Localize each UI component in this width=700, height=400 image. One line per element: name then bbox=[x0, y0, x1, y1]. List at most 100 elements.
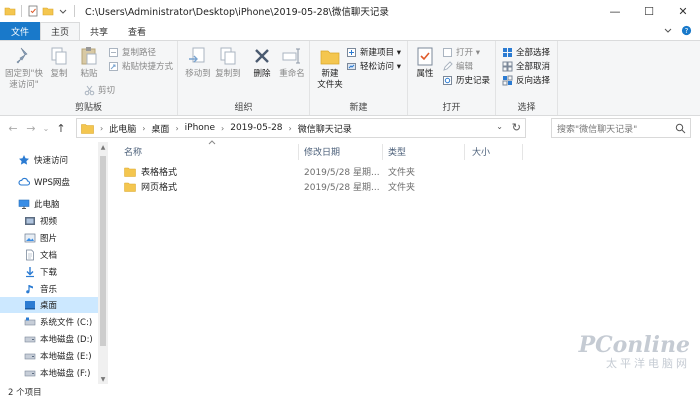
copy-to-button[interactable]: 复制到 bbox=[214, 45, 242, 80]
refresh-icon[interactable]: ↻ bbox=[512, 121, 521, 134]
table-row[interactable]: 网页格式 2019/5/28 星期... 文件夹 bbox=[124, 179, 544, 194]
customize-qa-chevron-icon[interactable] bbox=[57, 5, 69, 17]
breadcrumb-root-chevron[interactable]: › bbox=[98, 124, 109, 133]
breadcrumb-iphone[interactable]: iPhone › bbox=[185, 123, 231, 133]
minimize-button[interactable]: — bbox=[598, 0, 632, 22]
properties-quick-icon[interactable] bbox=[27, 5, 39, 17]
select-none-button[interactable]: 全部取消 bbox=[502, 59, 550, 73]
history-button[interactable]: 历史记录 bbox=[442, 73, 490, 87]
nav-item-documents[interactable]: 文档 bbox=[0, 247, 98, 263]
open-button[interactable]: 打开 ▾ bbox=[442, 45, 480, 59]
ribbon-tabs: 文件 主页 共享 查看 ? bbox=[0, 22, 700, 40]
recent-locations-chevron-icon[interactable]: ⌄ bbox=[40, 118, 52, 138]
easy-access-button[interactable]: 轻松访问 ▾ bbox=[346, 59, 401, 73]
new-folder-quick-icon[interactable] bbox=[42, 5, 54, 17]
invert-selection-button[interactable]: 反向选择 bbox=[502, 73, 550, 87]
nav-item-pictures[interactable]: 图片 bbox=[0, 230, 98, 246]
up-arrow-icon[interactable]: ↑ bbox=[52, 118, 70, 138]
pin-icon bbox=[16, 47, 28, 64]
scroll-down-icon[interactable]: ▼ bbox=[98, 374, 108, 384]
nav-item-downloads[interactable]: 下载 bbox=[0, 264, 98, 280]
column-header-size[interactable]: 大小 bbox=[472, 142, 490, 160]
picture-icon bbox=[24, 233, 36, 243]
paste-shortcut-icon bbox=[109, 61, 118, 71]
modified-date-cell: 2019/5/28 星期... bbox=[304, 183, 380, 193]
column-header-type[interactable]: 类型 bbox=[388, 142, 406, 160]
new-folder-button[interactable]: 新建 文件夹 bbox=[314, 45, 346, 91]
new-item-button[interactable]: 新建项目 ▾ bbox=[346, 45, 401, 59]
address-history-chevron-icon[interactable]: ⌄ bbox=[496, 122, 503, 131]
document-icon bbox=[26, 249, 34, 261]
edit-button[interactable]: 编辑 bbox=[442, 59, 473, 73]
select-all-button[interactable]: 全部选择 bbox=[502, 45, 550, 59]
organize-group: 移动到 复制到 删除 重命名 组织 bbox=[178, 41, 310, 115]
status-bar: 2 个项目 bbox=[0, 384, 700, 400]
cut-button[interactable]: 剪切 bbox=[84, 83, 115, 97]
delete-x-icon bbox=[255, 49, 269, 63]
nav-item-music[interactable]: 音乐 bbox=[0, 281, 98, 297]
nav-item-videos[interactable]: 视频 bbox=[0, 213, 98, 229]
file-name-cell: 表格格式 bbox=[124, 164, 177, 179]
copy-path-icon bbox=[109, 47, 118, 57]
delete-button[interactable]: 删除 bbox=[250, 45, 274, 80]
copy-path-button[interactable]: 复制路径 bbox=[108, 45, 156, 59]
new-folder-icon bbox=[320, 50, 340, 65]
help-icon[interactable]: ? bbox=[681, 25, 692, 36]
drive-icon bbox=[24, 336, 36, 343]
breadcrumb-this-pc[interactable]: 此电脑 › bbox=[109, 122, 151, 135]
scrollbar-thumb[interactable] bbox=[100, 156, 106, 346]
history-icon bbox=[443, 75, 452, 85]
window-title: C:\Users\Administrator\Desktop\iPhone\20… bbox=[85, 7, 389, 18]
nav-item-drive-f[interactable]: 本地磁盘 (F:) bbox=[0, 365, 98, 381]
forward-arrow-icon[interactable]: → bbox=[22, 118, 40, 138]
tab-home[interactable]: 主页 bbox=[40, 22, 81, 40]
pin-quick-access-button[interactable]: 固定到"快 速访问" bbox=[4, 45, 44, 91]
drive-icon bbox=[24, 353, 36, 360]
invert-selection-icon bbox=[502, 75, 513, 85]
rename-button[interactable]: 重命名 bbox=[278, 45, 306, 80]
column-divider[interactable] bbox=[298, 144, 299, 160]
copy-to-icon bbox=[220, 47, 236, 65]
column-divider[interactable] bbox=[464, 144, 465, 160]
nav-item-this-pc[interactable]: 此电脑 bbox=[0, 196, 98, 212]
breadcrumb-current[interactable]: 微信聊天记录 bbox=[298, 122, 352, 135]
file-list: 名称 修改日期 类型 大小 表格格式 2019/5/28 星期... 文件夹 网… bbox=[112, 140, 700, 384]
nav-item-drive-d[interactable]: 本地磁盘 (D:) bbox=[0, 331, 98, 347]
nav-item-wps-cloud[interactable]: WPS网盘 bbox=[0, 174, 98, 190]
nav-item-drive-c[interactable]: 系统文件 (C:) bbox=[0, 314, 98, 330]
collapse-ribbon-icon[interactable] bbox=[663, 25, 673, 35]
scroll-up-icon[interactable]: ▲ bbox=[98, 142, 108, 152]
window-controls: — ☐ ✕ bbox=[598, 0, 700, 22]
back-arrow-icon[interactable]: ← bbox=[4, 118, 22, 138]
column-header-modified[interactable]: 修改日期 bbox=[304, 142, 340, 160]
close-button[interactable]: ✕ bbox=[666, 0, 700, 22]
nav-item-desktop[interactable]: 桌面 bbox=[0, 297, 98, 313]
column-divider[interactable] bbox=[382, 144, 383, 160]
column-header-name[interactable]: 名称 bbox=[124, 142, 142, 160]
select-none-icon bbox=[502, 61, 513, 71]
folder-app-icon bbox=[4, 7, 16, 16]
maximize-button[interactable]: ☐ bbox=[632, 0, 666, 22]
tab-view[interactable]: 查看 bbox=[118, 22, 156, 40]
nav-item-quick-access[interactable]: 快速访问 bbox=[0, 152, 98, 168]
address-bar[interactable]: › 此电脑 › 桌面 › iPhone › 2019-05-28 › 微信聊天记录 ⌄ … bbox=[76, 118, 526, 138]
move-to-button[interactable]: 移动到 bbox=[184, 45, 212, 80]
computer-icon bbox=[18, 199, 30, 209]
breadcrumb-desktop[interactable]: 桌面 › bbox=[151, 122, 184, 135]
table-row[interactable]: 表格格式 2019/5/28 星期... 文件夹 bbox=[124, 164, 544, 179]
paste-shortcut-button[interactable]: 粘贴快捷方式 bbox=[108, 59, 173, 73]
nav-item-drive-e[interactable]: 本地磁盘 (E:) bbox=[0, 348, 98, 364]
tab-share[interactable]: 共享 bbox=[80, 22, 118, 40]
edit-icon bbox=[443, 60, 453, 71]
nav-pane-scrollbar[interactable]: ▲ ▼ bbox=[98, 142, 108, 384]
properties-button[interactable]: 属性 bbox=[412, 45, 438, 80]
copy-button[interactable]: 复制 bbox=[46, 45, 72, 80]
new-group-label: 新建 bbox=[349, 103, 368, 113]
tab-file[interactable]: 文件 bbox=[0, 22, 41, 40]
column-divider[interactable] bbox=[522, 144, 523, 160]
search-input[interactable]: 搜索"微信聊天记录" bbox=[551, 118, 691, 138]
explorer-window: C:\Users\Administrator\Desktop\iPhone\20… bbox=[0, 0, 700, 400]
paste-button[interactable]: 粘贴 bbox=[76, 45, 102, 80]
breadcrumb-date[interactable]: 2019-05-28 › bbox=[230, 123, 298, 133]
clipboard-group: 固定到"快 速访问" 复制 粘贴 复制路径 粘贴快捷方式 剪切 剪贴板 bbox=[0, 41, 178, 115]
